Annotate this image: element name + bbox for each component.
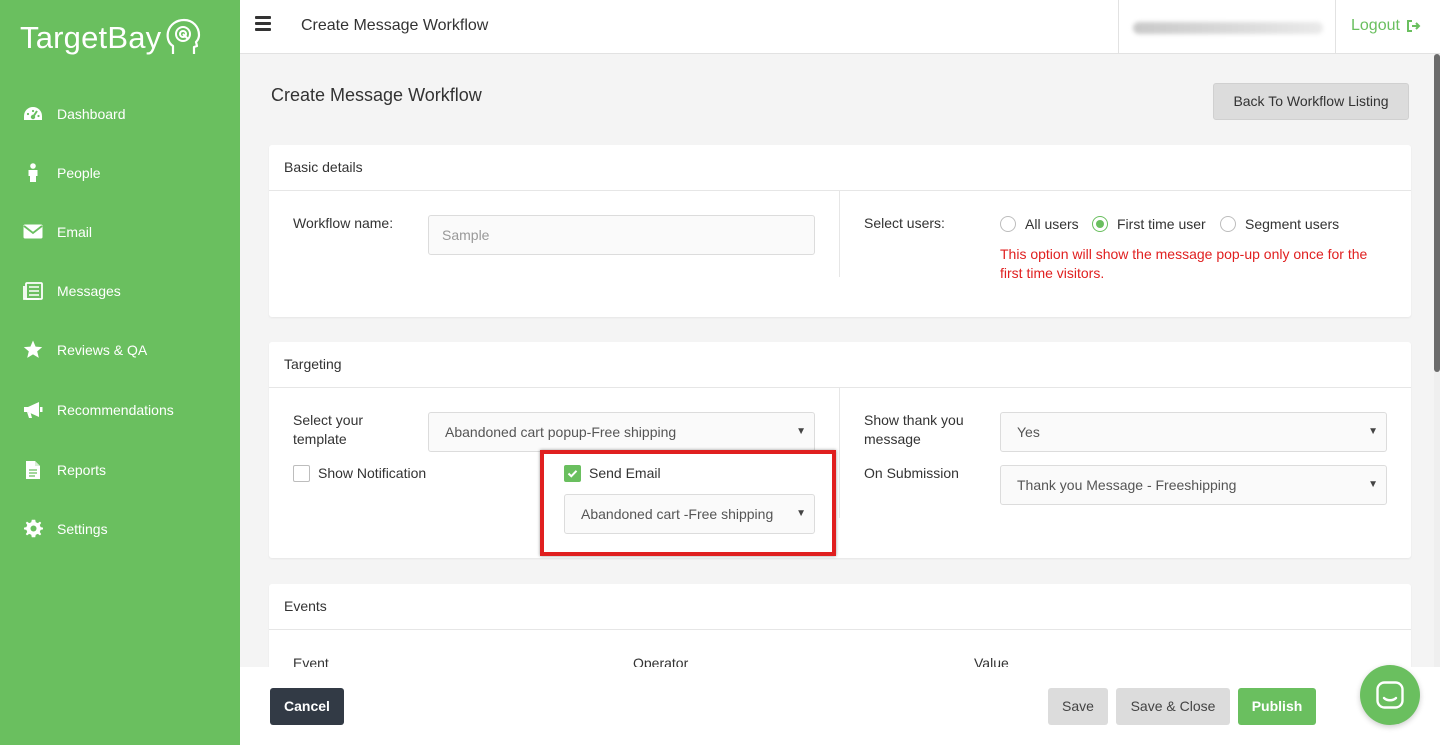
card-heading: Basic details bbox=[269, 145, 1411, 191]
sidebar-item-reports[interactable]: Reports bbox=[0, 440, 240, 499]
topbar: Create Message Workflow Logout bbox=[240, 0, 1440, 54]
user-name-blurred bbox=[1133, 22, 1323, 34]
star-icon bbox=[22, 339, 44, 361]
card-heading: Targeting bbox=[269, 342, 1411, 388]
logo-head-icon bbox=[166, 18, 201, 54]
template-label: Select your template bbox=[293, 412, 364, 447]
chat-widget-button[interactable] bbox=[1360, 665, 1420, 725]
logout-label: Logout bbox=[1351, 17, 1400, 34]
template-select[interactable]: Abandoned cart popup-Free shipping ▼ bbox=[428, 412, 815, 452]
logout-link[interactable]: Logout bbox=[1351, 17, 1421, 35]
hamburger-menu-icon[interactable] bbox=[255, 16, 271, 32]
workflow-name-label: Workflow name: bbox=[293, 215, 394, 231]
sidebar-item-label: People bbox=[57, 164, 101, 181]
sidebar: TargetBay Dashboard People Email Message… bbox=[0, 0, 240, 745]
sidebar-item-messages[interactable]: Messages bbox=[0, 261, 240, 320]
workflow-name-input[interactable]: Sample bbox=[428, 215, 815, 255]
sidebar-item-label: Recommendations bbox=[57, 401, 174, 418]
on-submission-select[interactable]: Thank you Message - Freeshipping ▼ bbox=[1000, 465, 1387, 505]
sidebar-item-label: Reviews & QA bbox=[57, 341, 148, 358]
first-time-user-notice: This option will show the message pop-up… bbox=[1000, 246, 1368, 281]
on-submission-select-value: Thank you Message - Freeshipping bbox=[1017, 477, 1237, 493]
chevron-down-icon: ▼ bbox=[796, 426, 806, 437]
messages-icon bbox=[22, 280, 44, 302]
chat-icon bbox=[1376, 681, 1404, 709]
scrollbar[interactable] bbox=[1434, 54, 1440, 667]
user-account-menu[interactable] bbox=[1118, 0, 1336, 54]
sidebar-item-label: Settings bbox=[57, 520, 108, 537]
sidebar-item-label: Email bbox=[57, 223, 93, 240]
back-to-listing-button[interactable]: Back To Workflow Listing bbox=[1213, 83, 1409, 120]
column-divider bbox=[839, 191, 840, 277]
radio-label-first-time-user: First time user bbox=[1117, 216, 1206, 232]
radio-first-time-user[interactable] bbox=[1092, 216, 1108, 232]
sidebar-item-label: Dashboard bbox=[57, 105, 126, 122]
thank-you-select[interactable]: Yes ▼ bbox=[1000, 412, 1387, 452]
logo-text: TargetBay bbox=[20, 20, 162, 55]
sidebar-item-recommendations[interactable]: Recommendations bbox=[0, 379, 240, 440]
template-select-value: Abandoned cart popup-Free shipping bbox=[445, 424, 677, 440]
thank-you-label: Show thank you message bbox=[864, 412, 964, 447]
radio-segment-users[interactable] bbox=[1220, 216, 1236, 232]
email-template-select-value: Abandoned cart -Free shipping bbox=[581, 506, 774, 522]
email-template-select[interactable]: Abandoned cart -Free shipping ▼ bbox=[564, 494, 815, 534]
sidebar-item-label: Reports bbox=[57, 461, 107, 478]
logout-icon bbox=[1406, 20, 1421, 32]
sidebar-item-label: Messages bbox=[57, 282, 121, 299]
sidebar-item-settings[interactable]: Settings bbox=[0, 499, 240, 558]
document-icon bbox=[22, 459, 44, 481]
logo[interactable]: TargetBay bbox=[20, 18, 201, 58]
person-icon bbox=[22, 162, 44, 184]
sidebar-nav: Dashboard People Email Messages Reviews … bbox=[0, 84, 240, 558]
megaphone-icon bbox=[22, 399, 44, 421]
gear-icon bbox=[22, 518, 44, 540]
sidebar-item-dashboard[interactable]: Dashboard bbox=[0, 84, 240, 143]
sidebar-item-people[interactable]: People bbox=[0, 143, 240, 202]
radio-label-all-users: All users bbox=[1025, 216, 1079, 232]
thank-you-select-value: Yes bbox=[1017, 424, 1040, 440]
scrollbar-thumb[interactable] bbox=[1434, 54, 1440, 372]
radio-all-users[interactable] bbox=[1000, 216, 1016, 232]
envelope-icon bbox=[22, 221, 44, 243]
cancel-button[interactable]: Cancel bbox=[270, 688, 344, 725]
select-users-label: Select users: bbox=[864, 215, 945, 231]
sidebar-item-email[interactable]: Email bbox=[0, 202, 240, 261]
show-notification-label: Show Notification bbox=[318, 465, 427, 481]
checkmark-icon bbox=[567, 470, 578, 478]
basic-details-card: Basic details Workflow name: Sample Sele… bbox=[269, 145, 1411, 317]
sidebar-item-reviews[interactable]: Reviews & QA bbox=[0, 320, 240, 379]
save-button[interactable]: Save bbox=[1048, 688, 1108, 725]
on-submission-label: On Submission bbox=[864, 465, 959, 481]
publish-button[interactable]: Publish bbox=[1238, 688, 1316, 725]
chevron-down-icon: ▼ bbox=[1368, 426, 1378, 437]
column-divider bbox=[839, 388, 840, 518]
send-email-checkbox[interactable] bbox=[564, 465, 581, 482]
show-notification-checkbox[interactable] bbox=[293, 465, 310, 482]
targeting-card: Targeting Select your template Abandoned… bbox=[269, 342, 1411, 558]
dashboard-icon bbox=[22, 103, 44, 125]
chevron-down-icon: ▼ bbox=[1368, 479, 1378, 490]
radio-label-segment-users: Segment users bbox=[1245, 216, 1340, 232]
page-title: Create Message Workflow bbox=[271, 85, 482, 105]
topbar-title: Create Message Workflow bbox=[301, 17, 489, 34]
chevron-down-icon: ▼ bbox=[796, 508, 806, 519]
send-email-label: Send Email bbox=[589, 465, 661, 481]
save-close-button[interactable]: Save & Close bbox=[1116, 688, 1230, 725]
footer-action-bar: Cancel Save Save & Close Publish bbox=[240, 667, 1440, 745]
card-heading: Events bbox=[269, 584, 1411, 630]
